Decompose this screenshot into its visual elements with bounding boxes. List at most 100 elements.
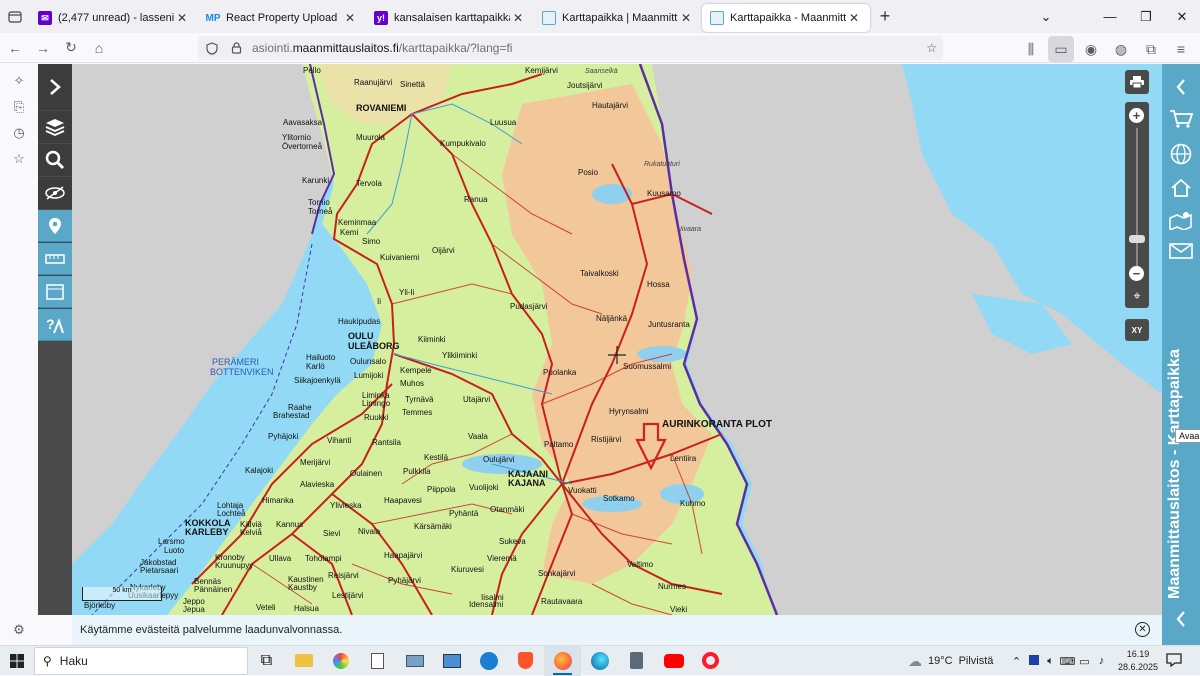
expand-menu-button[interactable]	[38, 64, 72, 110]
bookmark-star-icon[interactable]: ☆	[926, 41, 937, 55]
map-location-icon[interactable]	[1162, 205, 1200, 235]
library-icon[interactable]: ⫼	[1018, 36, 1044, 62]
zoom-in-button[interactable]: +	[1129, 108, 1144, 123]
youtube-icon[interactable]	[655, 646, 692, 676]
place-label: Vieki	[670, 605, 688, 614]
place-label: Brahestad	[273, 411, 310, 420]
app-tray-icon[interactable]	[1025, 654, 1042, 668]
tab-yahoo-search[interactable]: y! kansalaisen karttapaikka - Yahoo ✕	[366, 4, 534, 32]
file-explorer-icon[interactable]	[285, 646, 322, 676]
tab-overflow-chevron-icon[interactable]: ⌄	[1028, 9, 1064, 25]
extensions-icon[interactable]: ⧉	[1138, 36, 1164, 62]
restore-button[interactable]: ❐	[1128, 9, 1164, 25]
edge-icon[interactable]	[581, 646, 618, 676]
zoom-track[interactable]	[1136, 128, 1138, 270]
shield-icon[interactable]	[202, 41, 222, 55]
task-view-icon[interactable]: ⧉	[248, 646, 285, 676]
brave-icon[interactable]	[507, 646, 544, 676]
notification-icon[interactable]	[1166, 653, 1182, 668]
system-clock[interactable]: 16.19 28.6.2025	[1118, 648, 1158, 674]
tab-karttapaikka-active[interactable]: Karttapaikka - Maanmittauslaitos ✕	[702, 4, 870, 32]
weather-widget[interactable]: ☁ 19°C Pilvistä	[908, 646, 993, 676]
place-label: Kalajoki	[245, 466, 274, 475]
hide-button[interactable]	[38, 177, 72, 209]
place-label: Sonkajärvi	[538, 569, 576, 578]
place-label: Larsmo	[158, 537, 185, 546]
opera-icon[interactable]	[692, 646, 729, 676]
map-tool-panel: ?	[38, 64, 72, 615]
show-hidden-icons-chevron-icon[interactable]: ⌃	[1008, 655, 1025, 668]
sidebar-toggle-icon[interactable]: ▭	[1048, 36, 1074, 62]
close-tab-icon[interactable]: ✕	[174, 11, 190, 25]
close-tab-icon[interactable]: ✕	[846, 11, 862, 25]
measure-distance-button[interactable]	[38, 243, 72, 275]
back-button[interactable]: ←	[2, 35, 28, 61]
url-bar[interactable]: asiointi.maanmittauslaitos.fi/karttapaik…	[198, 36, 943, 60]
layers-button[interactable]	[38, 111, 72, 143]
start-button[interactable]	[0, 646, 34, 676]
close-window-button[interactable]: ✕	[1164, 9, 1200, 25]
shopping-cart-icon[interactable]	[1162, 104, 1200, 134]
lock-icon[interactable]	[226, 42, 246, 54]
home-button[interactable]: ⌂	[86, 35, 112, 61]
place-label: Hossa	[647, 280, 670, 289]
measure-area-button[interactable]	[38, 276, 72, 308]
close-tab-icon[interactable]: ✕	[342, 11, 358, 25]
help-button[interactable]: ?	[38, 309, 72, 341]
speaker-icon[interactable]: 🔈︎	[1042, 655, 1059, 668]
home-icon[interactable]	[1162, 173, 1200, 203]
place-label: Vaala	[468, 432, 488, 441]
account-icon[interactable]: ◉	[1078, 36, 1104, 62]
network-icon[interactable]: ▭	[1076, 655, 1093, 668]
bookmarks-icon[interactable]: ☆	[0, 146, 38, 172]
language-icon[interactable]: ⌨	[1059, 655, 1076, 668]
expand-chevron-left-icon[interactable]	[1162, 604, 1200, 634]
close-tab-icon[interactable]: ✕	[678, 11, 694, 25]
globe-icon[interactable]	[1162, 139, 1200, 169]
forward-button[interactable]: →	[30, 35, 56, 61]
history-icon[interactable]: ◷	[0, 120, 38, 146]
place-label: Pello	[303, 66, 321, 75]
place-marker-button[interactable]	[38, 210, 72, 242]
control-panel-icon[interactable]	[433, 646, 470, 676]
search-button[interactable]	[38, 144, 72, 176]
tab-list-button[interactable]	[0, 0, 30, 33]
place-label: Limingo	[362, 399, 391, 408]
volume-icon[interactable]: ♪	[1093, 655, 1110, 667]
place-label: Lentiira	[670, 454, 697, 463]
mail-icon[interactable]	[1162, 236, 1200, 266]
new-tab-button[interactable]: +	[870, 6, 900, 27]
map-view[interactable]: Pello Raanujärvi Sinettä Kemijärvi Jouts…	[72, 64, 1162, 615]
tab-yahoo-mail[interactable]: ✉ (2,477 unread) - lasseniskanen@ ✕	[30, 4, 198, 32]
close-tab-icon[interactable]: ✕	[510, 11, 526, 25]
firefox-icon[interactable]	[544, 645, 581, 676]
tab-react-property-upload[interactable]: MP React Property Upload ✕	[198, 4, 366, 32]
collapse-chevron-left-icon[interactable]	[1162, 72, 1200, 102]
tab-title: Karttapaikka | Maanmittauslaitos	[562, 12, 678, 24]
paint-icon[interactable]	[322, 646, 359, 676]
minimize-button[interactable]: —	[1092, 9, 1128, 24]
reload-button[interactable]: ↻	[58, 35, 84, 61]
locate-me-icon[interactable]: ⌖	[1129, 288, 1145, 304]
zoom-slider-handle[interactable]	[1129, 235, 1145, 243]
place-label: Torneå	[308, 207, 333, 216]
close-cookie-icon[interactable]: ✕	[1135, 622, 1150, 637]
print-button[interactable]	[1125, 70, 1149, 94]
remote-desktop-icon[interactable]	[396, 646, 433, 676]
coordinates-button[interactable]: XY	[1125, 319, 1149, 341]
place-label: Lochteå	[217, 509, 246, 518]
ai-chat-icon[interactable]: ✧	[0, 68, 38, 94]
calculator-icon[interactable]	[618, 646, 655, 676]
help-icon: ?	[46, 316, 64, 333]
map-pin-icon	[49, 217, 61, 234]
zoom-out-button[interactable]: −	[1129, 266, 1144, 281]
menu-icon[interactable]: ≡	[1168, 36, 1194, 62]
place-label: Ruukki	[364, 413, 389, 422]
app-icon[interactable]	[470, 646, 507, 676]
vpn-icon[interactable]: ◍	[1108, 36, 1134, 62]
tab-karttapaikka-1[interactable]: Karttapaikka | Maanmittauslaitos ✕	[534, 4, 702, 32]
sidebar-settings-gear-icon[interactable]: ⚙	[0, 617, 38, 643]
synced-tabs-icon[interactable]: ⎘	[0, 94, 38, 120]
taskbar-search[interactable]: ⚲ Haku	[34, 646, 248, 675]
notepad-icon[interactable]	[359, 646, 396, 676]
